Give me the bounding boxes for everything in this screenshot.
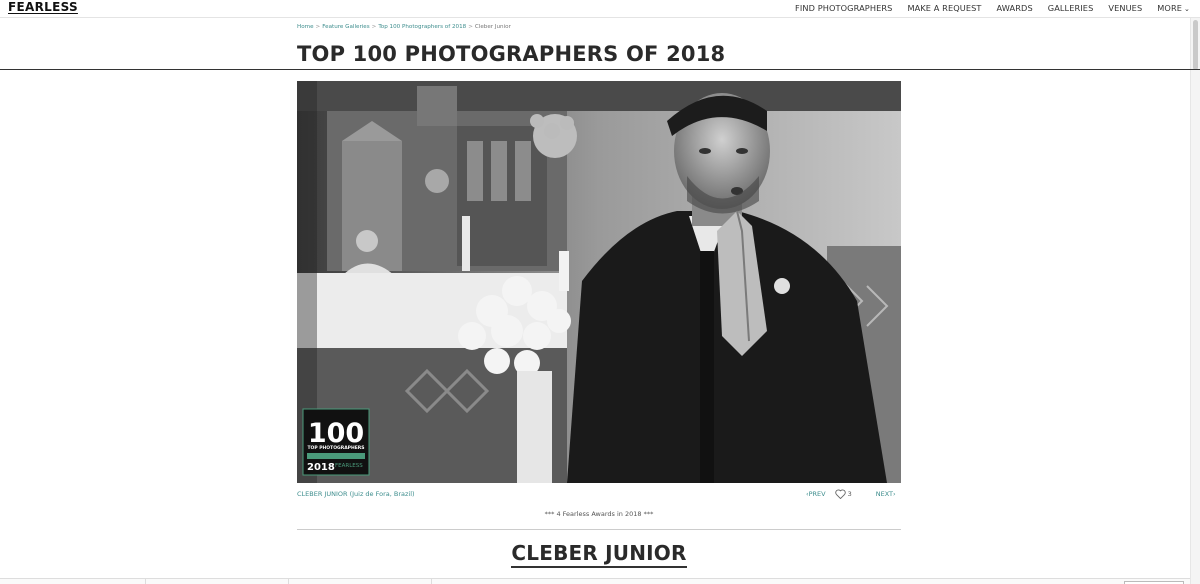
wedding-photo-illustration: 100 TOP PHOTOGRAPHERS 2018 FEARLESS: [297, 81, 901, 483]
top-navigation-bar: FEARLESS FIND PHOTOGRAPHERS MAKE A REQUE…: [0, 0, 1200, 18]
nav-more-label: MORE: [1157, 3, 1183, 13]
prev-button[interactable]: ‹PREV: [806, 490, 826, 498]
nav-galleries[interactable]: GALLERIES: [1048, 3, 1094, 13]
page-scrollbar[interactable]: [1190, 18, 1200, 584]
nav-venues[interactable]: VENUES: [1108, 3, 1142, 13]
next-label: NEXT: [875, 490, 894, 498]
breadcrumb-feature-galleries[interactable]: Feature Galleries: [322, 24, 369, 30]
next-button[interactable]: NEXT›: [876, 490, 896, 498]
section-divider: [297, 529, 901, 530]
breadcrumb: Home > Feature Galleries > Top 100 Photograp…: [297, 24, 511, 30]
page-title: TOP 100 PHOTOGRAPHERS OF 2018: [297, 42, 726, 66]
breadcrumb-home[interactable]: Home: [297, 24, 314, 30]
breadcrumb-separator: >: [468, 24, 473, 30]
fearless-logo[interactable]: FEARLESS: [8, 0, 78, 14]
scrollbar-thumb[interactable]: [1193, 20, 1198, 70]
main-nav: FIND PHOTOGRAPHERS MAKE A REQUEST AWARDS…: [780, 3, 1190, 13]
like-count: 3: [847, 490, 852, 498]
breadcrumb-separator: >: [371, 24, 377, 30]
heart-icon: [834, 489, 846, 499]
breadcrumb-separator: >: [315, 24, 321, 30]
gallery-photo[interactable]: 100 TOP PHOTOGRAPHERS 2018 FEARLESS: [297, 81, 901, 483]
title-divider: [0, 69, 1200, 70]
strip-divider: [288, 579, 289, 584]
top-100-badge: 100 TOP PHOTOGRAPHERS 2018 FEARLESS: [302, 408, 370, 476]
badge-number: 100: [308, 418, 364, 449]
nav-awards[interactable]: AWARDS: [997, 3, 1033, 13]
bottom-tab-strip: [0, 578, 1190, 584]
nav-more[interactable]: MORE ⌄: [1157, 3, 1190, 13]
prev-label: PREV: [808, 490, 826, 498]
strip-divider: [145, 579, 146, 584]
photographer-heading: CLEBER JUNIOR: [297, 541, 901, 568]
awards-note: *** 4 Fearless Awards in 2018 ***: [544, 510, 654, 518]
badge-line: TOP PHOTOGRAPHERS: [307, 445, 364, 451]
strip-divider: [431, 579, 432, 584]
photo-pager: ‹PREV 3 NEXT›: [806, 489, 896, 499]
breadcrumb-top-100[interactable]: Top 100 Photographers of 2018: [378, 24, 466, 30]
photo-credit-link[interactable]: CLEBER JUNIOR (Juiz de Fora, Brazil): [297, 490, 415, 498]
photographer-name-link[interactable]: CLEBER JUNIOR: [511, 541, 687, 568]
nav-find-photographers[interactable]: FIND PHOTOGRAPHERS: [795, 3, 892, 13]
breadcrumb-current: Cleber Junior: [474, 24, 511, 30]
badge-brand: FEARLESS: [335, 463, 363, 469]
badge-year: 2018: [307, 462, 335, 473]
nav-make-a-request[interactable]: MAKE A REQUEST: [907, 3, 981, 13]
chevron-down-icon: ⌄: [1184, 5, 1190, 13]
like-button[interactable]: 3: [834, 489, 852, 499]
